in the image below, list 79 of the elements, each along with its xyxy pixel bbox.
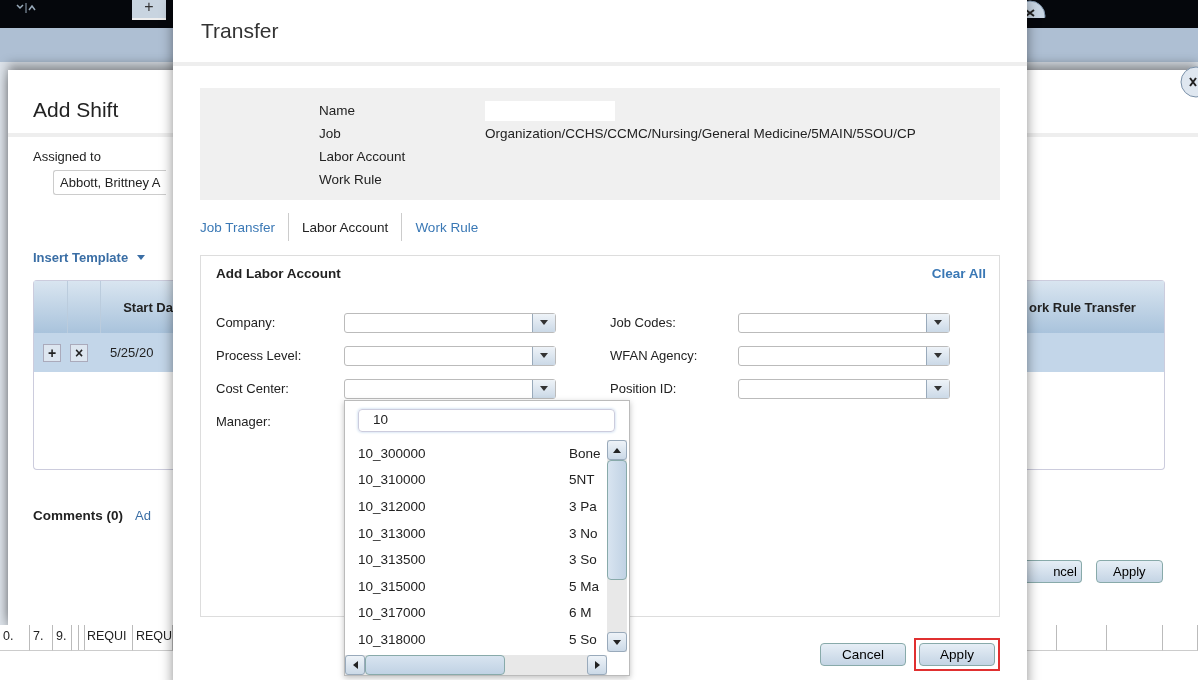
column-header: Start Da — [123, 299, 173, 315]
dropdown-arrow-icon — [934, 353, 942, 358]
add-row-button[interactable]: + — [43, 343, 61, 362]
summary-label: Work Rule — [319, 172, 383, 187]
list-item[interactable]: 10_318000 5 So — [345, 626, 607, 653]
dialog-button[interactable]: Cancel — [820, 643, 906, 666]
scroll-thumb[interactable] — [365, 654, 505, 675]
caret-icon[interactable] — [137, 255, 146, 260]
scroll-left-button[interactable] — [345, 654, 365, 675]
scrollbar-track[interactable] — [607, 440, 627, 652]
select-field[interactable] — [738, 345, 950, 366]
field-label: Position ID: — [610, 381, 678, 396]
table-cell: 5/25/20 — [110, 345, 154, 360]
panel-title: Add Labor Account — [216, 266, 341, 281]
field-label: Job Codes: — [610, 315, 677, 330]
dropdown-arrow-icon — [934, 386, 942, 391]
summary-label: Name — [319, 103, 356, 118]
insert-template-link[interactable]: Insert Template — [33, 250, 129, 265]
summary-label: Labor Account — [319, 149, 407, 164]
dialog-button[interactable]: Apply — [919, 643, 995, 666]
field-label: Assigned to — [33, 149, 101, 164]
select-field[interactable] — [738, 312, 950, 333]
summary-value: Organization/CCHS/CCMC/Nursing/General Medicine/5MAIN/5SOU/CP — [485, 126, 917, 141]
window-title: Add Shift — [33, 98, 120, 122]
tab-controls-icon[interactable] — [16, 2, 36, 14]
summary-label: Job — [319, 126, 342, 141]
list-item[interactable]: 10_312000 3 Pa — [345, 493, 607, 520]
tab[interactable]: Work Rule — [402, 219, 492, 235]
scrollbar-track[interactable] — [345, 654, 607, 675]
scroll-down-button[interactable] — [607, 632, 627, 652]
list-item[interactable]: 10_300000 Bone — [345, 440, 607, 467]
assigned-to-field[interactable]: Abbott, Brittney A — [53, 170, 167, 195]
field-label: Company: — [216, 315, 277, 330]
comments-heading: Comments (0) — [33, 507, 123, 523]
select-field[interactable] — [344, 345, 556, 366]
list-item[interactable]: 10_315000 5 Ma — [345, 572, 607, 600]
column-header: ork Rule Transfer — [1029, 299, 1136, 315]
grid-cell: REQUI — [84, 625, 133, 651]
field-label: WFAN Agency: — [610, 348, 699, 363]
select-field[interactable] — [344, 378, 556, 399]
grid-cell — [1057, 625, 1107, 651]
close-icon[interactable] — [1180, 66, 1198, 98]
grid-cell — [1163, 625, 1198, 651]
dialog-button[interactable]: ncel — [1027, 560, 1082, 583]
clear-all-link[interactable]: Clear All — [931, 266, 986, 281]
dropdown-arrow-icon — [540, 353, 548, 358]
list-item[interactable]: 10_317000 6 M — [345, 599, 607, 627]
select-field[interactable] — [738, 378, 950, 399]
field-label: Cost Center: — [216, 381, 290, 396]
list-item[interactable]: 10_313500 3 So — [345, 546, 607, 573]
field-label: Process Level: — [216, 348, 303, 363]
add-comment-link[interactable]: Ad — [135, 507, 151, 523]
left-arrow-icon — [352, 660, 358, 669]
list-item[interactable]: 10_313000 3 No — [345, 519, 607, 547]
right-arrow-icon — [594, 660, 600, 669]
dropdown-arrow-icon — [540, 320, 548, 325]
scroll-up-button[interactable] — [607, 440, 627, 460]
table-row[interactable]: + × 5/25/20 — [34, 333, 173, 372]
up-arrow-icon — [613, 447, 621, 453]
dropdown-arrow-icon — [540, 386, 548, 391]
list-item[interactable]: 10_310000 5NT — [345, 466, 607, 494]
scroll-thumb[interactable] — [607, 460, 627, 580]
table-row[interactable] — [1027, 333, 1164, 372]
dialog-title: Transfer — [201, 19, 279, 43]
down-arrow-icon — [613, 639, 621, 645]
tab[interactable]: Job Transfer — [200, 219, 289, 235]
search-field[interactable]: 10 — [358, 409, 615, 432]
tab[interactable]: Labor Account — [289, 219, 402, 235]
select-field[interactable] — [344, 312, 556, 333]
field-label: Manager: — [216, 414, 272, 429]
grid-cell: 7. — [30, 625, 53, 651]
remove-row-button[interactable]: × — [70, 343, 88, 362]
dropdown-arrow-icon — [934, 320, 942, 325]
dialog-button[interactable]: Apply — [1096, 560, 1163, 583]
scroll-right-button[interactable] — [587, 654, 607, 675]
grid-cell: 9. — [53, 625, 72, 651]
grid-cell — [1107, 625, 1163, 651]
new-tab-button[interactable]: + — [132, 0, 166, 20]
grid-cell: 0. — [0, 625, 30, 651]
